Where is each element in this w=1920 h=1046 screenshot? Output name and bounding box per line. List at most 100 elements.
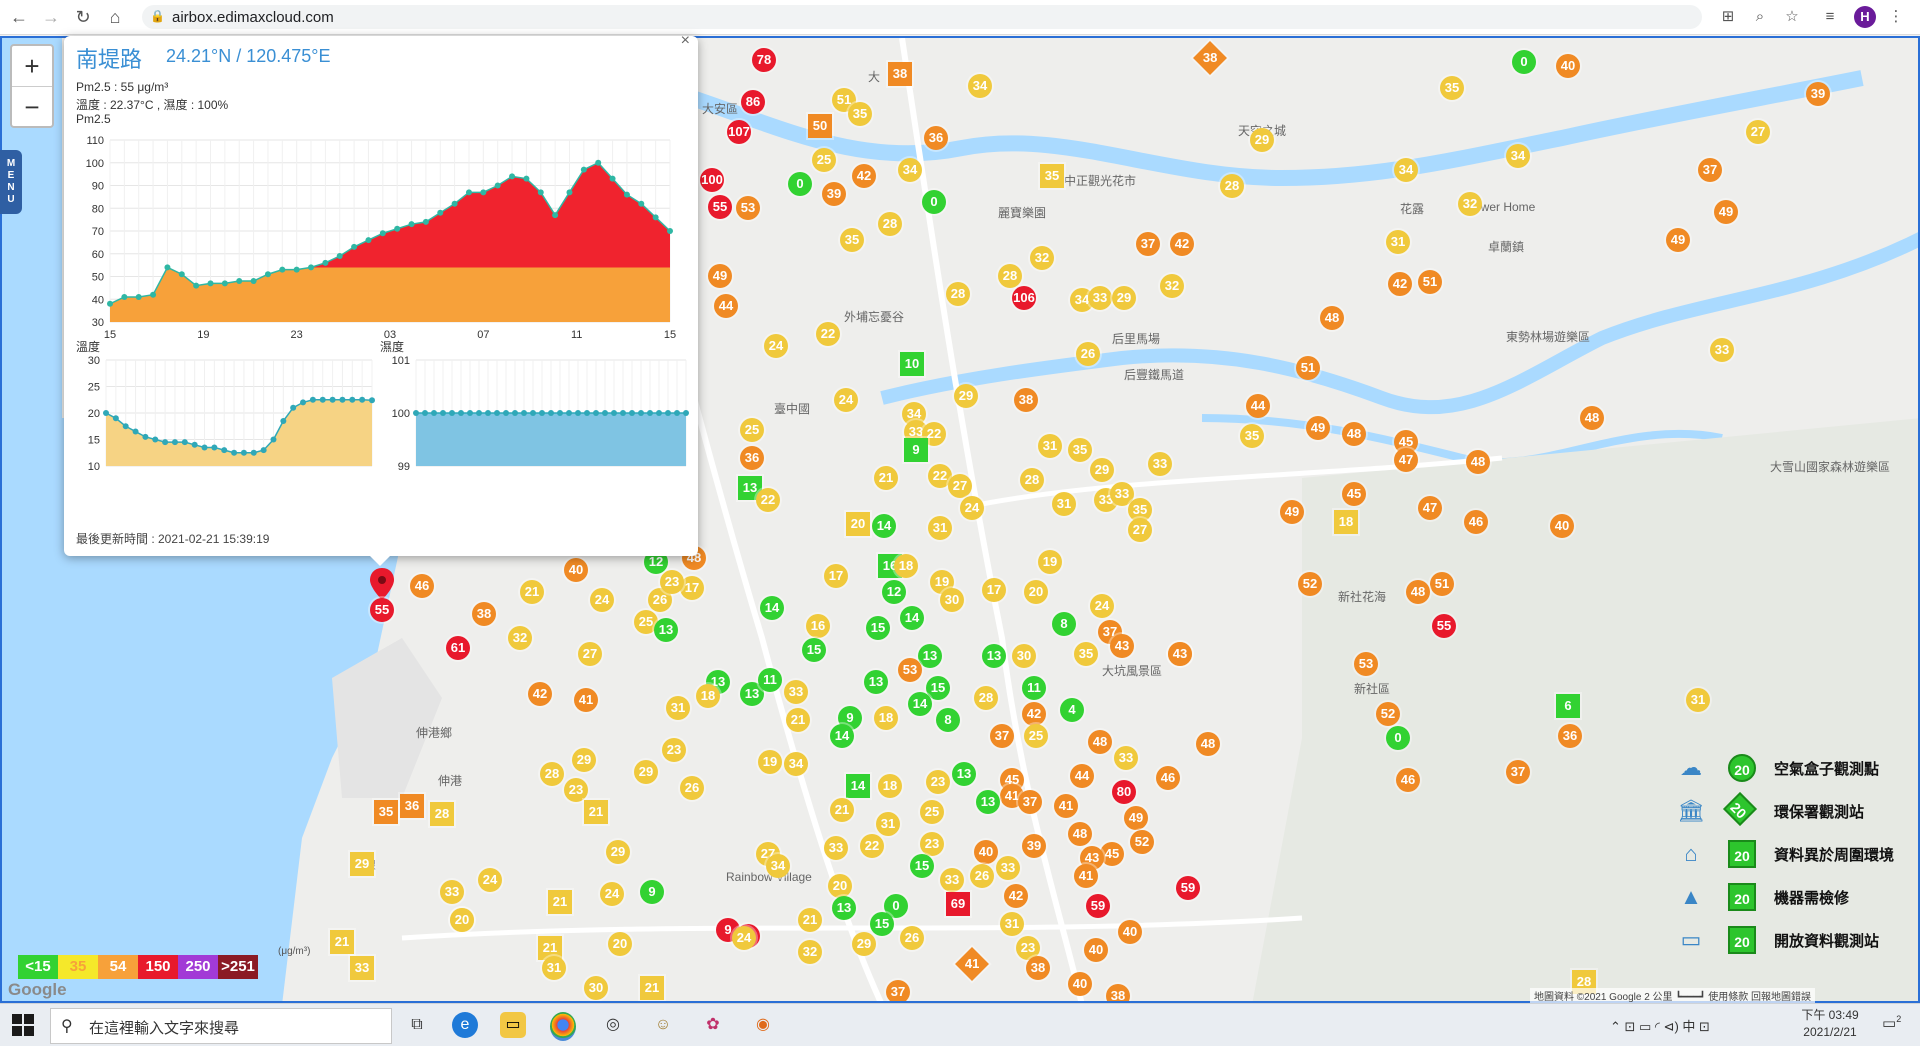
sensor-marker[interactable]: 40	[1084, 938, 1108, 962]
data-point[interactable]	[638, 410, 644, 416]
profile-avatar[interactable]: H	[1854, 6, 1876, 28]
data-point[interactable]	[539, 410, 545, 416]
sensor-marker[interactable]: 55	[1432, 614, 1456, 638]
sensor-marker[interactable]: 35	[840, 228, 864, 252]
data-point[interactable]	[629, 410, 635, 416]
sensor-marker[interactable]: 49	[1714, 200, 1738, 224]
sensor-marker[interactable]: 21	[520, 580, 544, 604]
data-point[interactable]	[557, 410, 563, 416]
sensor-marker[interactable]: 31	[1000, 912, 1024, 936]
sensor-marker[interactable]: 40	[974, 840, 998, 864]
sensor-marker[interactable]: 37	[1018, 790, 1042, 814]
data-point[interactable]	[236, 278, 243, 285]
sensor-marker[interactable]: 29	[852, 932, 876, 956]
data-point[interactable]	[193, 282, 200, 289]
data-point[interactable]	[250, 278, 257, 285]
sensor-marker[interactable]: 20	[608, 932, 632, 956]
sensor-marker[interactable]: 38	[888, 62, 912, 86]
sensor-marker[interactable]: 21	[640, 976, 664, 1000]
app-icon-3[interactable]: ✿	[700, 1012, 726, 1038]
data-point[interactable]	[494, 182, 501, 189]
data-point[interactable]	[451, 200, 458, 207]
app-icon-1[interactable]: ◎	[600, 1012, 626, 1038]
data-point[interactable]	[221, 280, 228, 287]
data-point[interactable]	[207, 280, 214, 287]
data-point[interactable]	[142, 433, 149, 440]
data-point[interactable]	[467, 410, 473, 416]
sensor-marker[interactable]: 0	[1512, 50, 1536, 74]
sensor-marker[interactable]: 48	[1068, 822, 1092, 846]
sensor-marker[interactable]: 31	[666, 696, 690, 720]
sensor-marker[interactable]: 32	[1030, 246, 1054, 270]
sensor-marker[interactable]: 28	[430, 802, 454, 826]
sensor-marker[interactable]: 49	[1306, 416, 1330, 440]
sensor-marker[interactable]: 24	[478, 868, 502, 892]
sensor-marker[interactable]: 48	[1196, 732, 1220, 756]
sensor-marker[interactable]: 34	[1394, 158, 1418, 182]
sensor-marker[interactable]: 36	[740, 446, 764, 470]
bookmark-star-icon[interactable]: ☆	[1782, 7, 1802, 27]
data-point[interactable]	[523, 175, 530, 182]
clock[interactable]: 下午 03:49 2021/2/21	[1790, 1007, 1870, 1041]
sensor-marker[interactable]: 14	[846, 774, 870, 798]
sensor-marker[interactable]: 22	[756, 488, 780, 512]
sensor-marker[interactable]: 0	[788, 172, 812, 196]
data-point[interactable]	[611, 410, 617, 416]
data-point[interactable]	[584, 410, 590, 416]
sensor-marker[interactable]: 49	[1124, 806, 1148, 830]
data-point[interactable]	[537, 189, 544, 196]
sensor-marker[interactable]: 48	[1342, 422, 1366, 446]
home-icon[interactable]: ⌂	[104, 6, 126, 28]
data-point[interactable]	[656, 410, 662, 416]
data-point[interactable]	[652, 214, 659, 221]
sensor-marker[interactable]: 31	[542, 956, 566, 980]
sensor-marker[interactable]: 43	[1110, 634, 1134, 658]
edge-browser-icon[interactable]: e	[452, 1012, 478, 1038]
sensor-marker[interactable]: 52	[1130, 830, 1154, 854]
data-point[interactable]	[683, 410, 689, 416]
sensor-marker[interactable]: 23	[564, 778, 588, 802]
system-tray[interactable]: ⌃ ⊡ ▭ ◜ ⊲) 中 ⊡	[1610, 1016, 1710, 1035]
data-point[interactable]	[365, 237, 372, 244]
sensor-marker[interactable]: 28	[1020, 468, 1044, 492]
sensor-marker[interactable]: 8	[1052, 612, 1076, 636]
sensor-marker[interactable]: 13	[982, 644, 1006, 668]
data-point[interactable]	[221, 447, 228, 454]
sensor-marker[interactable]: 14	[900, 606, 924, 630]
sensor-marker[interactable]: 52	[1376, 702, 1400, 726]
sensor-marker[interactable]: 47	[1394, 448, 1418, 472]
sensor-marker[interactable]: 41	[1054, 794, 1078, 818]
sensor-marker[interactable]: 31	[1386, 230, 1410, 254]
sensor-marker[interactable]: 29	[634, 760, 658, 784]
sensor-marker[interactable]: 29	[1250, 128, 1274, 152]
sensor-marker[interactable]: 86	[741, 90, 765, 114]
sensor-marker[interactable]: 26	[900, 926, 924, 950]
sensor-marker[interactable]: 39	[1806, 82, 1830, 106]
data-point[interactable]	[240, 449, 247, 456]
data-point[interactable]	[191, 441, 198, 448]
sensor-marker[interactable]: 37	[1698, 158, 1722, 182]
data-point[interactable]	[609, 175, 616, 182]
sensor-marker[interactable]: 100	[700, 168, 724, 192]
sensor-marker[interactable]: 50	[808, 114, 832, 138]
data-point[interactable]	[431, 410, 437, 416]
data-point[interactable]	[638, 200, 645, 207]
sensor-marker[interactable]: 36	[400, 794, 424, 818]
sensor-marker[interactable]: 33	[1114, 746, 1138, 770]
sensor-marker[interactable]: 59	[1176, 876, 1200, 900]
sensor-marker[interactable]: 40	[1550, 514, 1574, 538]
sensor-marker[interactable]: 25	[740, 418, 764, 442]
sensor-marker[interactable]: 53	[1354, 652, 1378, 676]
data-point[interactable]	[620, 410, 626, 416]
sensor-marker[interactable]: 23	[920, 832, 944, 856]
sensor-marker[interactable]: 18	[1334, 510, 1358, 534]
sensor-marker[interactable]: 30	[1012, 644, 1036, 668]
sensor-marker[interactable]: 37	[1136, 232, 1160, 256]
zoom-in-button[interactable]: +	[12, 46, 52, 87]
data-point[interactable]	[293, 266, 300, 273]
sensor-marker[interactable]: 28	[540, 762, 564, 786]
sensor-marker[interactable]: 34	[784, 752, 808, 776]
sensor-marker[interactable]: 29	[572, 748, 596, 772]
taskbar-search-input[interactable]: ⚲ 在這裡輸入文字來搜尋	[50, 1008, 392, 1044]
back-icon[interactable]: ←	[8, 6, 30, 28]
